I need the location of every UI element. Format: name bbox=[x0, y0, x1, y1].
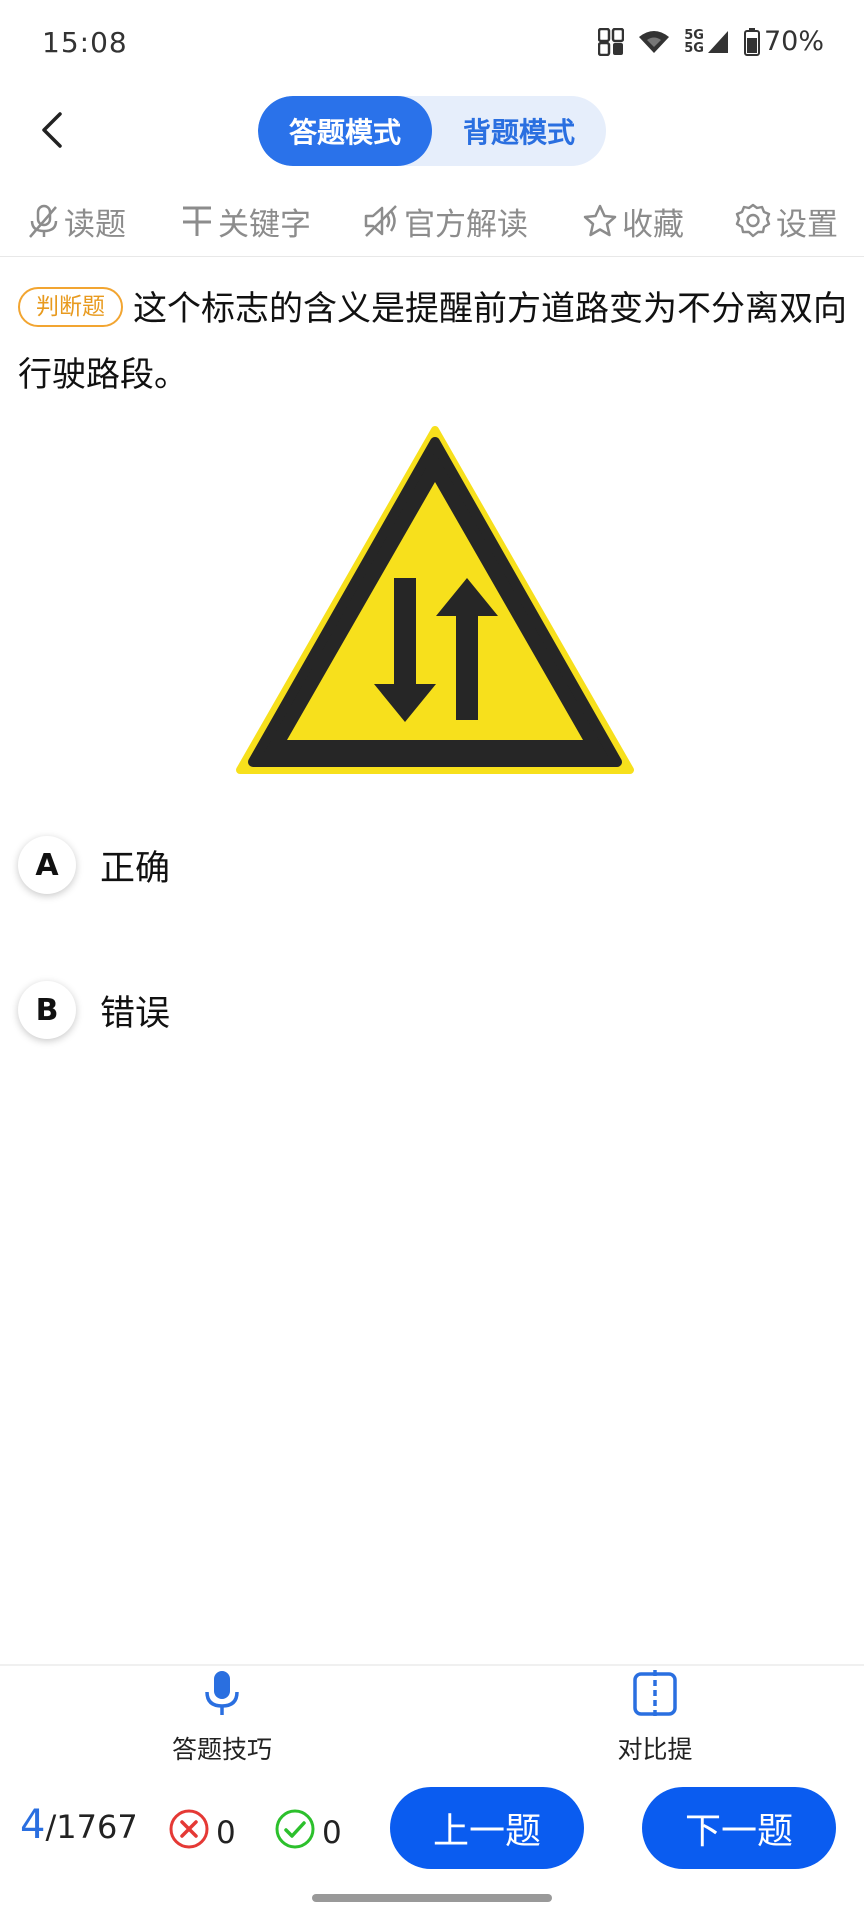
read-question-button[interactable]: 读题 bbox=[26, 190, 126, 252]
favorite-label: 收藏 bbox=[622, 206, 684, 243]
right-counter[interactable]: 0 bbox=[274, 1808, 342, 1858]
sound-off-icon bbox=[362, 203, 400, 239]
header: 答题模式 背题模式 bbox=[0, 90, 864, 172]
back-button[interactable] bbox=[22, 102, 82, 162]
settings-button[interactable]: 设置 bbox=[734, 190, 838, 252]
wrong-count: 0 bbox=[216, 1815, 236, 1851]
question-type-tag: 判断题 bbox=[18, 287, 123, 327]
network-label-top: 5G bbox=[684, 27, 704, 43]
compare-button[interactable]: 对比提 bbox=[565, 1668, 745, 1768]
status-icons: 5G 5G 70% bbox=[598, 26, 824, 57]
two-way-traffic-sign-image bbox=[230, 420, 640, 780]
option-b-text: 错误 bbox=[100, 993, 171, 1034]
bottom-divider bbox=[0, 1664, 864, 1666]
option-a-key: A bbox=[18, 836, 76, 894]
wrong-counter[interactable]: 0 bbox=[168, 1808, 236, 1858]
battery-level: 70% bbox=[763, 26, 824, 57]
keyword-label: 关键字 bbox=[218, 206, 311, 243]
wrong-icon bbox=[168, 1808, 210, 1858]
option-b[interactable]: B 错误 bbox=[18, 975, 838, 1045]
question: 判断题 这个标志的含义是提醒前方道路变为不分离双向行驶路段。 bbox=[18, 276, 848, 408]
home-indicator[interactable] bbox=[312, 1894, 552, 1902]
total-questions: /1767 bbox=[45, 1808, 138, 1846]
toolbar-divider bbox=[0, 256, 864, 257]
microphone-icon bbox=[202, 1668, 242, 1722]
answer-mode-tab[interactable]: 答题模式 bbox=[258, 96, 432, 166]
check-icon bbox=[274, 1808, 316, 1858]
battery-icon bbox=[743, 27, 760, 56]
read-question-label: 读题 bbox=[64, 206, 126, 243]
mode-toggle: 答题模式 背题模式 bbox=[258, 96, 606, 166]
compare-icon bbox=[632, 1668, 678, 1722]
answer-tips-label: 答题技巧 bbox=[171, 1735, 272, 1764]
question-progress: 4 /1767 bbox=[20, 1802, 138, 1848]
network-label-bottom: 5G bbox=[684, 40, 704, 56]
signal-icon: 5G 5G bbox=[684, 29, 730, 55]
text-keyword-icon bbox=[180, 203, 214, 239]
question-toolbar: 读题 关键字 官方解读 收藏 设置 bbox=[0, 190, 864, 252]
question-text: 这个标志的含义是提醒前方道路变为不分离双向行驶路段。 bbox=[18, 289, 847, 395]
current-question-number: 4 bbox=[20, 1802, 46, 1848]
option-a-text: 正确 bbox=[100, 848, 171, 889]
right-count: 0 bbox=[322, 1815, 342, 1851]
compare-label: 对比提 bbox=[617, 1735, 693, 1764]
chevron-left-icon bbox=[38, 110, 66, 154]
settings-label: 设置 bbox=[776, 206, 838, 243]
keyword-button[interactable]: 关键字 bbox=[180, 190, 311, 252]
previous-question-button[interactable]: 上一题 bbox=[390, 1787, 584, 1869]
wifi-icon bbox=[638, 29, 670, 55]
official-explanation-button[interactable]: 官方解读 bbox=[362, 190, 528, 252]
option-b-key: B bbox=[18, 981, 76, 1039]
gear-icon bbox=[734, 202, 772, 240]
official-explanation-label: 官方解读 bbox=[404, 206, 528, 243]
option-a[interactable]: A 正确 bbox=[18, 830, 838, 900]
answer-tips-button[interactable]: 答题技巧 bbox=[132, 1668, 312, 1768]
nfc-icon bbox=[598, 27, 625, 56]
memorize-mode-tab[interactable]: 背题模式 bbox=[432, 96, 606, 166]
star-icon bbox=[582, 203, 618, 239]
mute-microphone-icon bbox=[26, 203, 60, 239]
favorite-button[interactable]: 收藏 bbox=[582, 190, 684, 252]
status-time: 15:08 bbox=[42, 26, 128, 59]
status-bar: 15:08 5G 5G 70% bbox=[0, 0, 864, 88]
next-question-button[interactable]: 下一题 bbox=[642, 1787, 836, 1869]
